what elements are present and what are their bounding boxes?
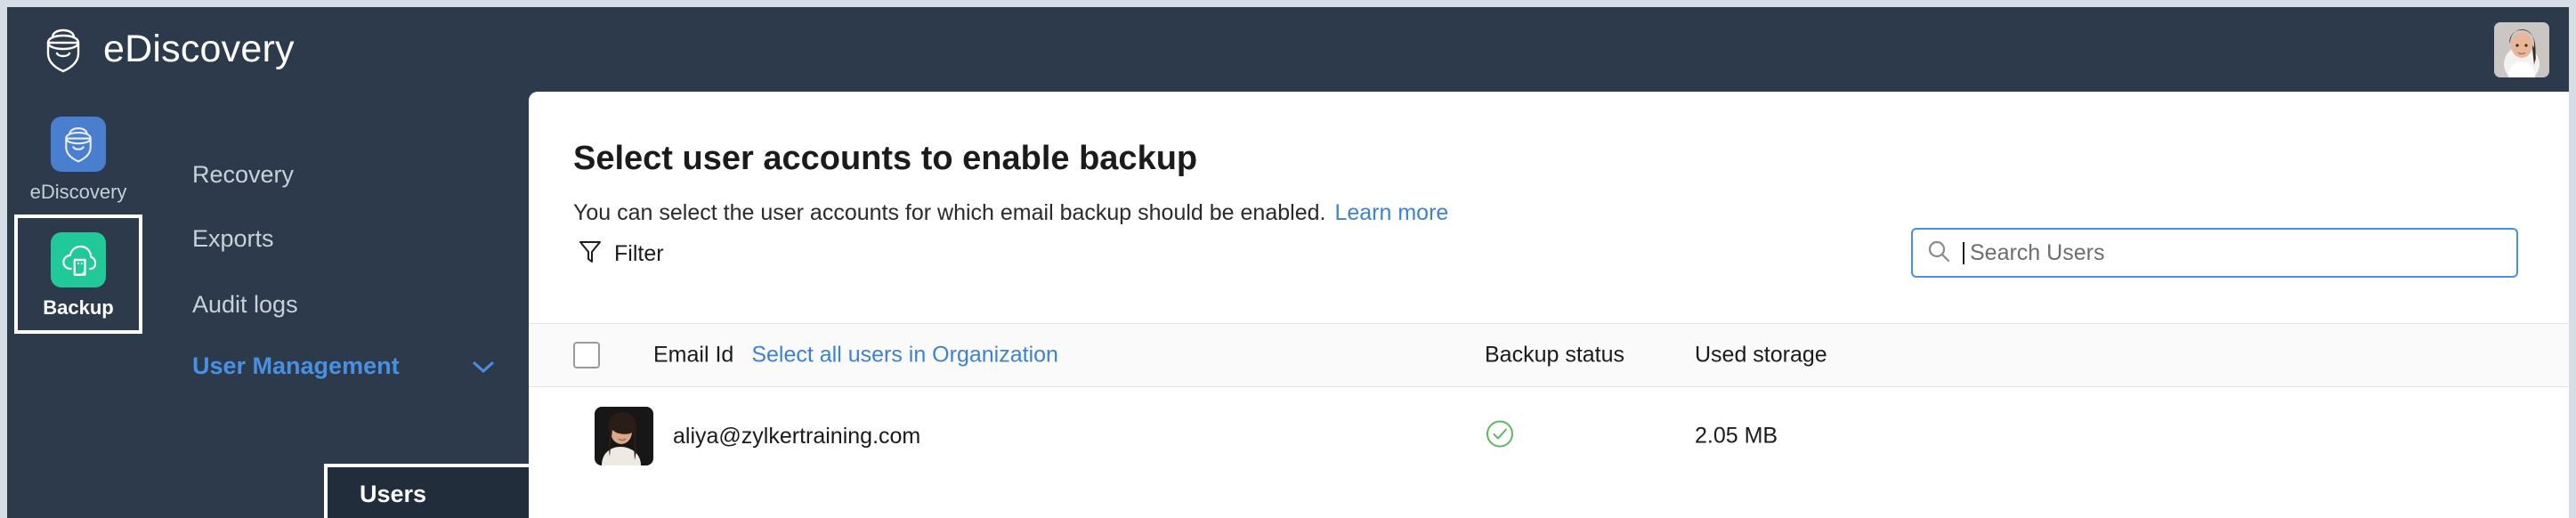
column-backup-status: Backup status <box>1485 344 1624 367</box>
search-icon <box>1927 239 1950 267</box>
filter-button[interactable]: Filter <box>573 232 669 275</box>
cell-used-storage: 2.05 MB <box>1695 425 1778 448</box>
rail-item-label: eDiscovery <box>29 181 127 203</box>
sidebar-item-recovery[interactable]: Recovery <box>192 163 294 187</box>
rail-item-ediscovery[interactable]: eDiscovery <box>14 102 142 214</box>
secondary-nav: Recovery Exports Audit logs User Managem… <box>150 92 664 518</box>
sidebar-item-label: User Management <box>192 352 400 379</box>
avatar[interactable] <box>2494 22 2549 77</box>
cell-email: aliya@zylkertraining.com <box>595 407 921 465</box>
funnel-icon <box>579 239 602 268</box>
table-row[interactable]: aliya@zylkertraining.com 2.05 MB <box>529 387 2569 485</box>
column-header-label: Email Id <box>653 342 734 368</box>
ediscovery-shield-icon <box>43 27 84 73</box>
rail-item-label: Backup <box>43 296 114 319</box>
page-description: You can select the user accounts for whi… <box>573 202 1448 224</box>
sidebar-item-exports[interactable]: Exports <box>192 227 274 251</box>
panel-bottom-edge <box>529 511 2569 518</box>
page-description-text: You can select the user accounts for whi… <box>573 200 1326 225</box>
column-header-label: Used storage <box>1695 342 1827 368</box>
sidebar-item-audit-logs[interactable]: Audit logs <box>192 293 298 317</box>
select-all-in-org-link[interactable]: Select all users in Organization <box>751 344 1058 367</box>
learn-more-link[interactable]: Learn more <box>1334 200 1448 225</box>
row-email-text: aliya@zylkertraining.com <box>673 423 921 449</box>
circle-check-icon <box>1485 419 1515 454</box>
table-header: Email Id Select all users in Organizatio… <box>529 323 2569 387</box>
top-bar: eDiscovery <box>7 7 2569 92</box>
select-all-checkbox-cell <box>573 342 600 368</box>
filter-label: Filter <box>614 240 664 266</box>
search-input[interactable]: Search Users <box>1911 228 2518 278</box>
select-all-checkbox[interactable] <box>573 342 600 368</box>
column-used-storage: Used storage <box>1695 344 1827 367</box>
sidebar-item-user-management[interactable]: User Management <box>192 354 495 378</box>
cloud-backup-icon <box>51 232 106 287</box>
avatar <box>595 407 653 465</box>
brand[interactable]: eDiscovery <box>43 27 295 73</box>
chevron-down-icon[interactable] <box>472 354 495 378</box>
row-storage-text: 2.05 MB <box>1695 423 1778 449</box>
sidebar-item-label: Users <box>360 480 427 507</box>
main-panel: Select user accounts to enable backup Yo… <box>529 92 2569 518</box>
search-placeholder: Search Users <box>1963 241 2104 264</box>
ediscovery-shield-icon <box>51 117 106 172</box>
column-email-id: Email Id Select all users in Organizatio… <box>653 344 1058 367</box>
column-header-label: Backup status <box>1485 342 1625 368</box>
page-title: Select user accounts to enable backup <box>573 140 1198 177</box>
app-rail: eDiscovery Backup <box>7 92 150 518</box>
app-title: eDiscovery <box>103 28 295 70</box>
app-window: eDiscovery eDiscovery Backup Recovery Ex… <box>7 7 2569 518</box>
rail-item-backup[interactable]: Backup <box>14 214 142 334</box>
cell-backup-status <box>1485 419 1515 454</box>
